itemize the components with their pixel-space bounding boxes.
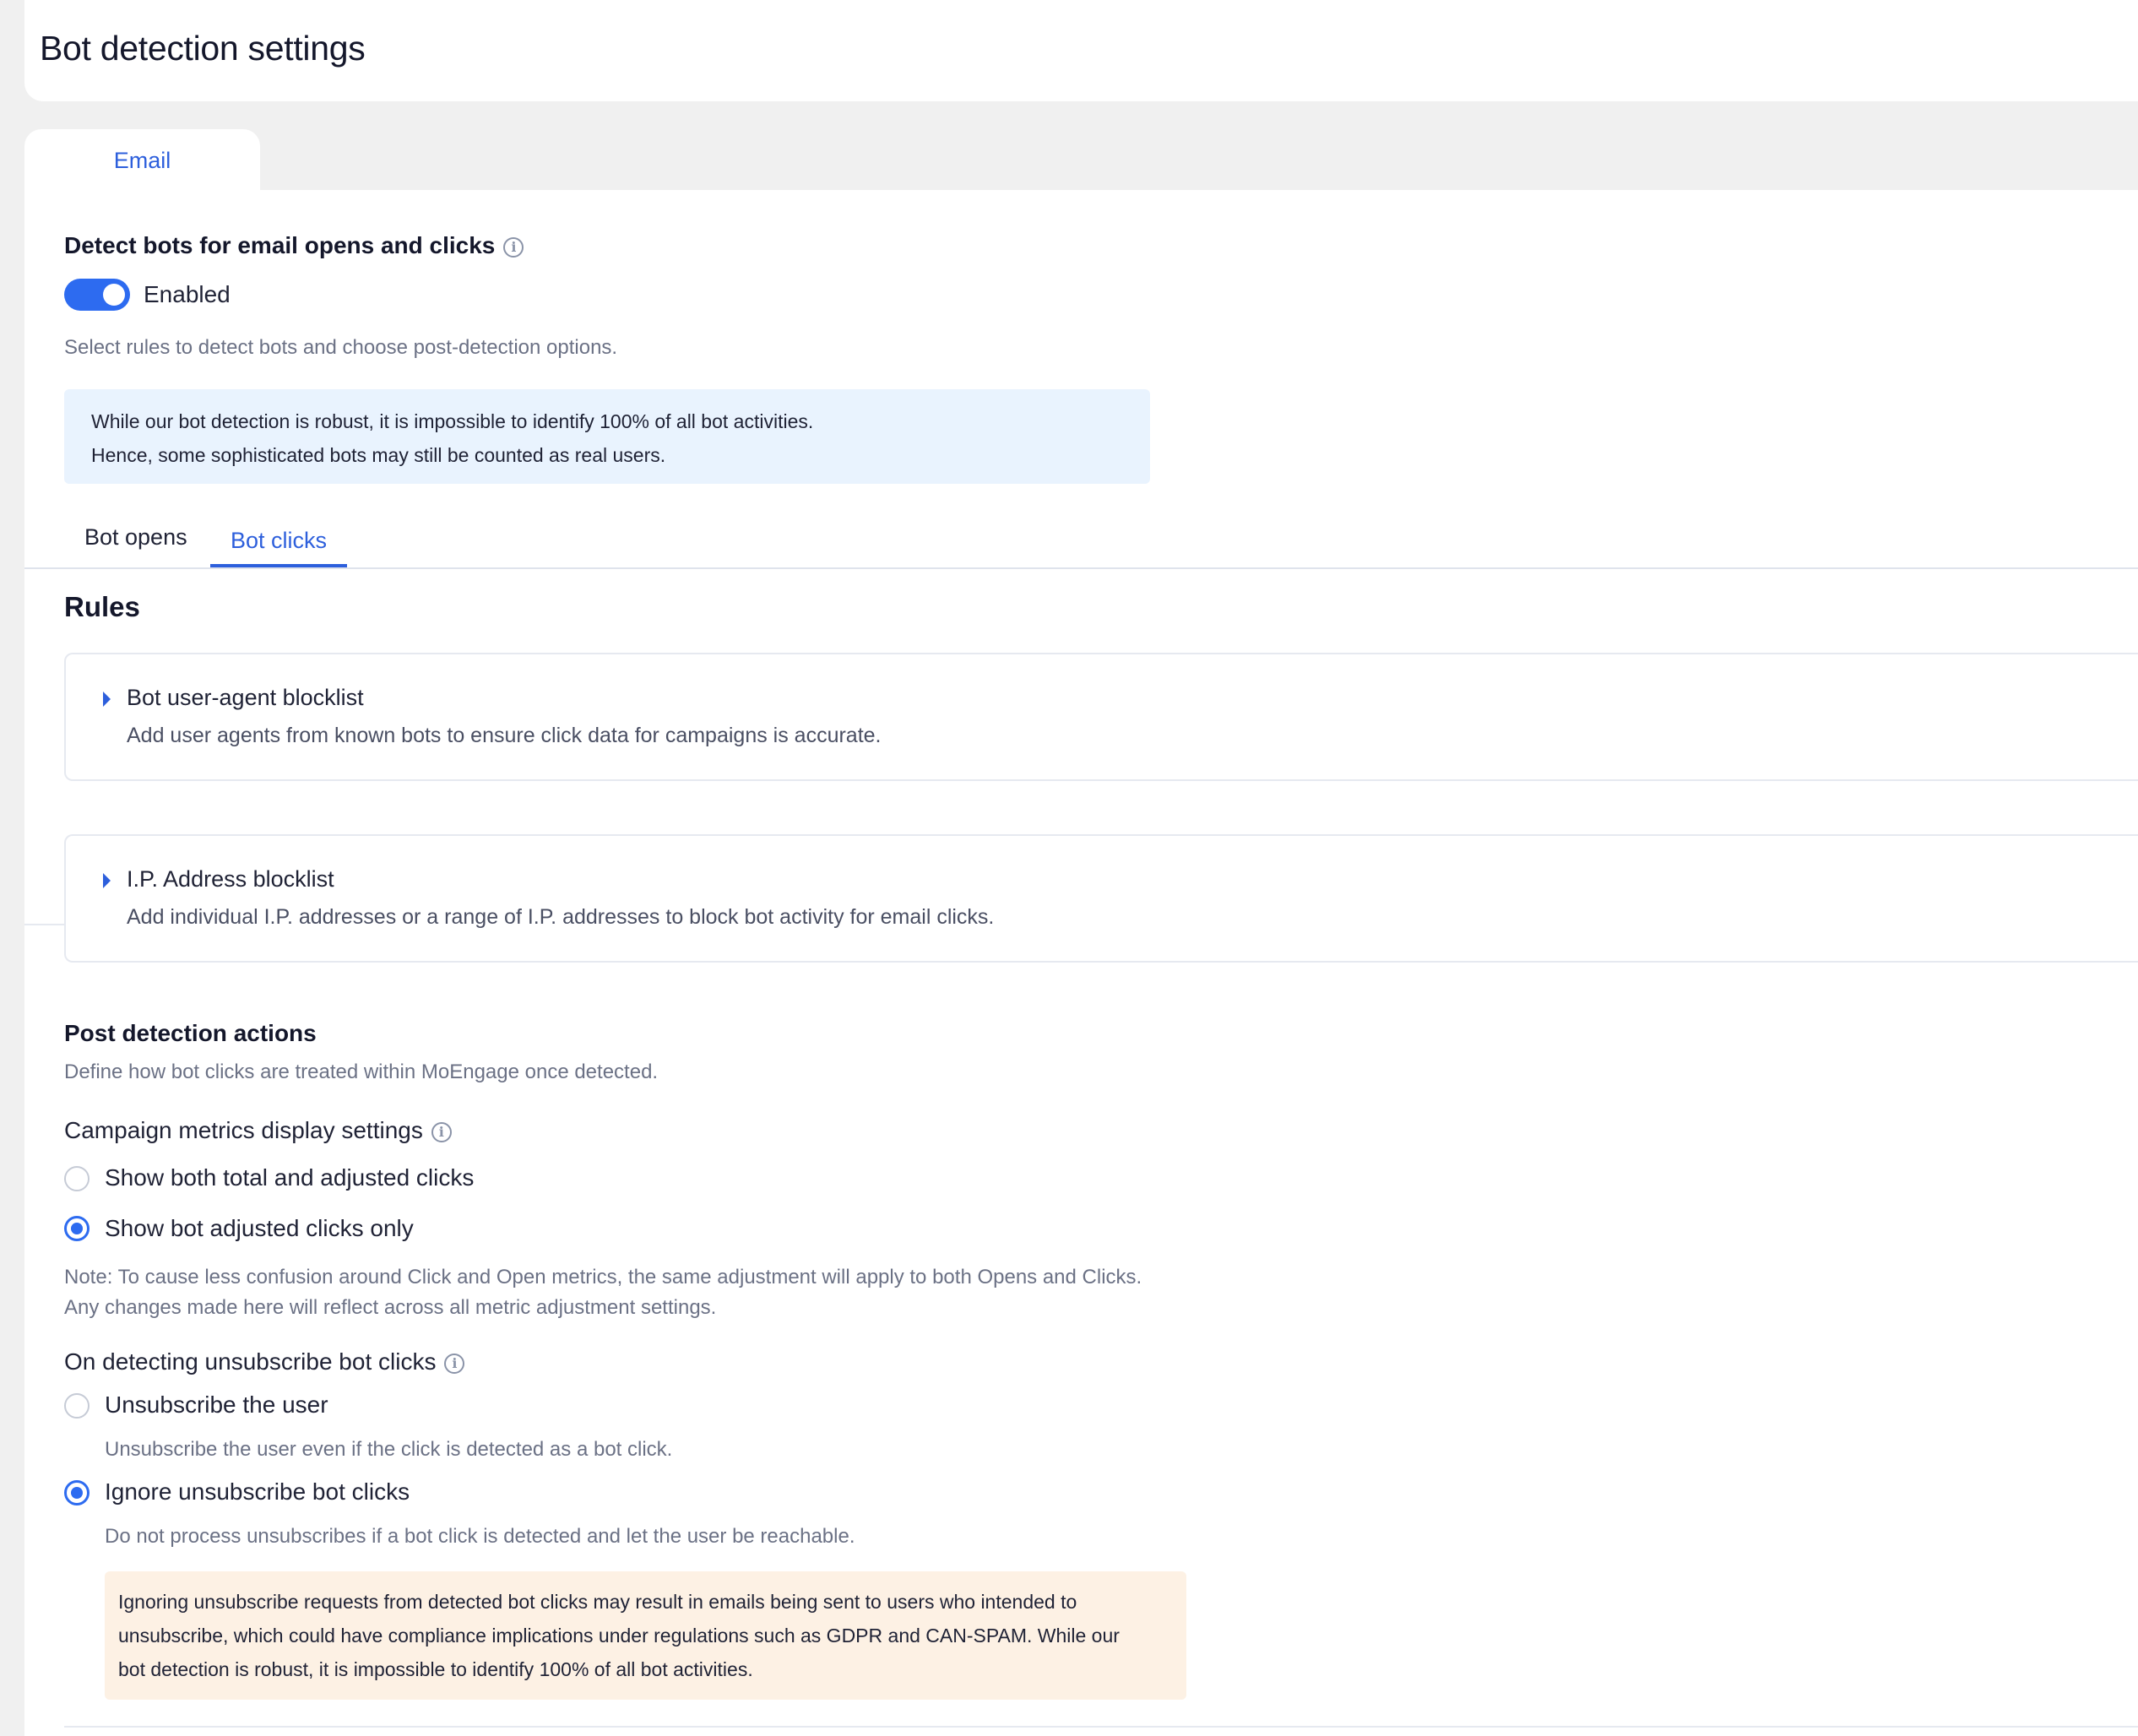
bottom-divider [64, 1726, 2138, 1728]
unsubscribe-settings-label-text: On detecting unsubscribe bot clicks [64, 1348, 437, 1375]
caret-right-icon[interactable] [103, 692, 111, 707]
info-icon[interactable]: i [444, 1353, 465, 1374]
tab-bot-opens[interactable]: Bot opens [64, 510, 208, 564]
info-callout-line-1: While our bot detection is robust, it is… [91, 410, 814, 432]
info-icon[interactable]: i [431, 1121, 452, 1142]
rules-heading: Rules [64, 591, 140, 622]
detect-description: Select rules to detect bots and choose p… [64, 336, 618, 359]
rule-title: I.P. Address blocklist [127, 866, 334, 892]
radio-unsubscribe-user[interactable] [64, 1393, 90, 1419]
info-callout: While our bot detection is robust, it is… [64, 389, 1150, 484]
radio-show-both-clicks[interactable] [64, 1166, 90, 1191]
bot-detection-toggle[interactable] [64, 279, 130, 311]
unsubscribe-user-description: Unsubscribe the user even if the click i… [105, 1438, 673, 1461]
metrics-note-line-2: Any changes made here will reflect acros… [64, 1296, 717, 1319]
rule-title: Bot user-agent blocklist [127, 685, 364, 710]
divider [24, 924, 64, 925]
post-detection-heading: Post detection actions [64, 1020, 317, 1046]
tab-bot-clicks[interactable]: Bot clicks [210, 513, 348, 567]
unsubscribe-settings-label: On detecting unsubscribe bot clicks i [64, 1348, 465, 1375]
ignore-unsubscribe-description: Do not process unsubscribes if a bot cli… [105, 1525, 855, 1548]
metrics-settings-label-text: Campaign metrics display settings [64, 1117, 423, 1143]
detect-bots-section: Detect bots for email opens and clicks i [64, 232, 524, 259]
rule-description: Add individual I.P. addresses or a range… [127, 905, 995, 929]
toggle-state-label: Enabled [144, 281, 231, 307]
info-callout-line-2: Hence, some sophisticated bots may still… [91, 444, 666, 466]
tab-email[interactable]: Email [24, 129, 260, 192]
warning-line-2: unsubscribe, which could have compliance… [118, 1625, 1120, 1646]
radio-label-unsubscribe-user[interactable]: Unsubscribe the user [105, 1392, 328, 1419]
page-title: Bot detection settings [40, 29, 366, 68]
radio-show-adjusted-clicks[interactable] [64, 1216, 90, 1241]
warning-line-3: bot detection is robust, it is impossibl… [118, 1658, 753, 1680]
radio-ignore-unsubscribe[interactable] [64, 1480, 90, 1505]
radio-label-show-both-clicks[interactable]: Show both total and adjusted clicks [105, 1164, 474, 1191]
radio-label-show-adjusted-clicks[interactable]: Show bot adjusted clicks only [105, 1215, 414, 1242]
metrics-note: Note: To cause less confusion around Cli… [64, 1262, 1142, 1323]
sub-tabs-divider [24, 567, 2138, 569]
metrics-note-line-1: Note: To cause less confusion around Cli… [64, 1266, 1142, 1288]
metrics-settings-label: Campaign metrics display settings i [64, 1117, 452, 1144]
detect-bots-title: Detect bots for email opens and clicks [64, 232, 496, 258]
rule-card-ip-address[interactable]: I.P. Address blocklist Add individual I.… [64, 834, 2138, 963]
toggle-knob [103, 284, 125, 306]
compliance-warning: Ignoring unsubscribe requests from detec… [105, 1571, 1186, 1700]
post-detection-description: Define how bot clicks are treated within… [64, 1061, 659, 1083]
warning-line-1: Ignoring unsubscribe requests from detec… [118, 1591, 1077, 1613]
caret-right-icon[interactable] [103, 873, 111, 888]
rule-description: Add user agents from known bots to ensur… [127, 724, 882, 747]
info-icon[interactable]: i [503, 236, 524, 258]
radio-label-ignore-unsubscribe[interactable]: Ignore unsubscribe bot clicks [105, 1478, 410, 1505]
rule-card-user-agent[interactable]: Bot user-agent blocklist Add user agents… [64, 653, 2138, 781]
